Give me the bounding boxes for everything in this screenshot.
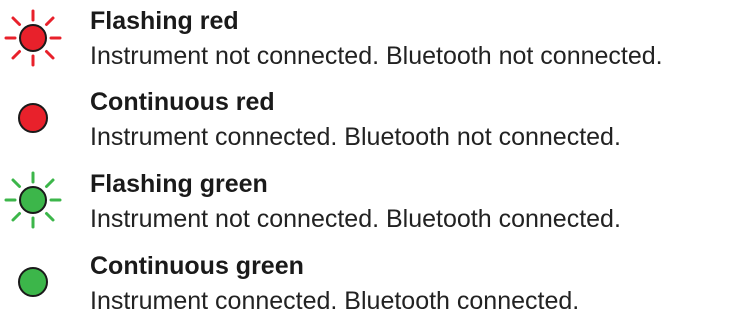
solid-red-led-icon [4,89,62,147]
legend-item-flashing-green: Flashing green Instrument not connected.… [0,163,735,243]
flashing-green-led-icon [4,171,62,229]
led-status-legend: Flashing red Instrument not connected. B… [0,0,735,317]
solid-green-led-icon [4,253,62,311]
solid-red-led-graphic [18,103,48,133]
legend-item-title: Continuous green [90,252,304,280]
flashing-red-led-graphic [4,9,62,67]
legend-item-continuous-red: Continuous red Instrument connected. Blu… [0,81,735,161]
solid-green-led-graphic [18,267,48,297]
flashing-red-led-icon [4,9,62,67]
legend-item-title: Flashing red [90,7,239,35]
legend-item-description: Instrument not connected. Bluetooth conn… [90,205,621,233]
legend-item-description: Instrument not connected. Bluetooth not … [90,42,663,70]
legend-item-description: Instrument connected. Bluetooth not conn… [90,123,621,151]
legend-item-flashing-red: Flashing red Instrument not connected. B… [0,0,735,80]
legend-item-continuous-green: Continuous green Instrument connected. B… [0,245,735,325]
legend-item-title: Flashing green [90,170,268,198]
legend-item-title: Continuous red [90,88,275,116]
flashing-green-led-graphic [4,171,62,229]
legend-item-description: Instrument connected. Bluetooth connecte… [90,287,580,315]
